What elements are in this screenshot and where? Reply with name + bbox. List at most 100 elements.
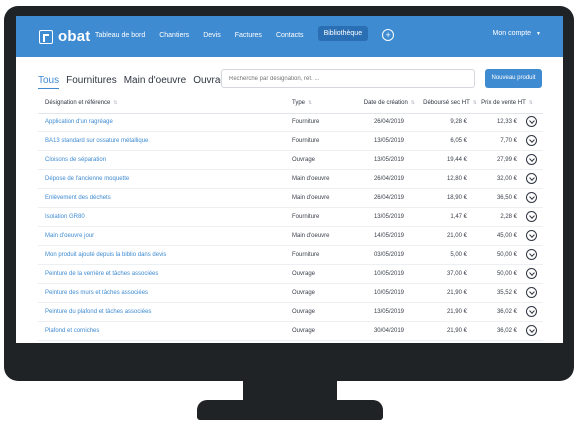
- logo-icon: [39, 29, 53, 44]
- debourse-value: 21,90 €: [446, 309, 467, 315]
- debourse-value: 21,90 €: [446, 328, 467, 334]
- creation-date: 10/05/2019: [373, 290, 404, 296]
- nav-link-tableau-de-bord[interactable]: Tableau de bord: [95, 32, 145, 39]
- product-name-link[interactable]: Enlèvement des déchets: [45, 195, 111, 201]
- table-row[interactable]: Mon produit ajouté depuis la biblio dans…: [38, 246, 543, 265]
- chevron-down-icon[interactable]: [526, 287, 537, 298]
- account-menu[interactable]: Mon compte ▼: [493, 30, 541, 37]
- debourse-value: 37,00 €: [446, 271, 467, 277]
- screen: obat Tableau de bord Chantiers Devis Fac…: [16, 16, 563, 343]
- prix-value: 27,99 €: [496, 157, 517, 163]
- product-name-link[interactable]: Dépose de l'ancienne moquette: [45, 176, 129, 182]
- chevron-down-icon[interactable]: [526, 325, 537, 336]
- table-row[interactable]: Application d'un ragréage Fourniture 26/04…: [38, 113, 543, 132]
- chevron-down-icon[interactable]: [526, 173, 537, 184]
- debourse-value: 5,00 €: [450, 252, 467, 258]
- header-name[interactable]: Désignation et référence ⇅: [45, 100, 118, 106]
- product-type: Ouvrage: [292, 328, 316, 334]
- table-row[interactable]: Peinture de la verrière et tâches associ…: [38, 265, 543, 284]
- table-row[interactable]: BA13 standard sur ossature métallique Fou…: [38, 132, 543, 151]
- prix-value: 35,52 €: [496, 290, 517, 296]
- table-row[interactable]: Enlèvement des déchets Main d'oeuvre 26/04…: [38, 189, 543, 208]
- prix-value: 36,02 €: [496, 328, 517, 334]
- product-name-link[interactable]: Main d'oeuvre jour: [45, 233, 94, 239]
- chevron-down-icon[interactable]: [526, 230, 537, 241]
- nav-link-devis[interactable]: Devis: [203, 32, 221, 39]
- sort-icon: ⇅: [113, 100, 118, 106]
- product-name-link[interactable]: Peinture de la verrière et tâches associ…: [45, 271, 158, 277]
- chevron-down-icon[interactable]: [526, 268, 537, 279]
- table-row[interactable]: Porte en aluminiumFourniture10/05/201959…: [38, 341, 543, 343]
- prix-value: 36,02 €: [496, 309, 517, 315]
- prix-value: 32,00 €: [496, 176, 517, 182]
- add-circle-icon[interactable]: +: [382, 28, 395, 41]
- table-row[interactable]: Dépose de l'ancienne moquette Main d'oeuv…: [38, 170, 543, 189]
- nav-link-chantiers[interactable]: Chantiers: [159, 32, 189, 39]
- nav-link-factures[interactable]: Factures: [235, 32, 262, 39]
- debourse-value: 6,05 €: [450, 138, 467, 144]
- header-type[interactable]: Type ⇅: [292, 100, 312, 106]
- creation-date: 26/04/2019: [373, 176, 404, 182]
- sort-icon: ⇅: [472, 100, 477, 106]
- product-type: Ouvrage: [292, 271, 316, 277]
- creation-date: 14/05/2019: [373, 233, 404, 239]
- header-debourse[interactable]: Déboursé sec HT ⇅: [423, 100, 477, 106]
- nav-link-contacts[interactable]: Contacts: [276, 32, 304, 39]
- product-name-link[interactable]: Peinture du plafond et tâches associées: [45, 309, 151, 315]
- prix-value: 7,70 €: [500, 138, 517, 144]
- chevron-down-icon[interactable]: [526, 135, 537, 146]
- account-label: Mon compte: [492, 30, 532, 37]
- search-input[interactable]: [221, 69, 475, 88]
- debourse-value: 1,47 €: [450, 214, 467, 220]
- product-type: Main d'oeuvre: [292, 195, 330, 201]
- product-type: Fourniture: [292, 214, 320, 220]
- creation-date: 13/05/2019: [373, 309, 404, 315]
- nav-link-bibliotheque[interactable]: Bibliothèque: [317, 26, 369, 41]
- creation-date: 30/04/2019: [373, 328, 404, 334]
- chevron-down-icon[interactable]: [526, 306, 537, 317]
- debourse-value: 19,44 €: [446, 157, 467, 163]
- filter-tabs: Tous Fournitures Main d'oeuvre Ouvrages: [38, 75, 244, 89]
- chevron-down-icon[interactable]: [526, 154, 537, 165]
- tab-tous[interactable]: Tous: [38, 75, 60, 89]
- obat-logo[interactable]: obat: [39, 28, 90, 45]
- product-type: Fourniture: [292, 252, 320, 258]
- table-row[interactable]: Cloisons de séparation Ouvrage 13/05/2019 1…: [38, 151, 543, 170]
- product-name-link[interactable]: Mon produit ajouté depuis la biblio dans…: [45, 252, 166, 258]
- chevron-down-icon[interactable]: [526, 116, 537, 127]
- product-name-link[interactable]: Isolation GR80: [45, 214, 85, 220]
- table-row[interactable]: Peinture des murs et tâches associées Ouv…: [38, 284, 543, 303]
- table-row[interactable]: Peinture du plafond et tâches associées O…: [38, 303, 543, 322]
- sort-icon: ⇅: [528, 100, 533, 106]
- creation-date: 03/05/2019: [373, 252, 404, 258]
- new-product-button[interactable]: Nouveau produit: [485, 69, 542, 88]
- table-body: Application d'un ragréage Fourniture 26/04…: [38, 113, 543, 343]
- prix-value: 36,50 €: [496, 195, 517, 201]
- chevron-down-icon[interactable]: [526, 192, 537, 203]
- debourse-value: 9,28 €: [450, 119, 467, 125]
- header-date[interactable]: Date de création ⇅: [364, 100, 415, 106]
- product-name-link[interactable]: BA13 standard sur ossature métallique: [45, 138, 148, 144]
- product-name-link[interactable]: Peinture des murs et tâches associées: [45, 290, 148, 296]
- tab-main-d-oeuvre[interactable]: Main d'oeuvre: [124, 75, 187, 89]
- chevron-down-icon[interactable]: [526, 211, 537, 222]
- product-name-link[interactable]: Cloisons de séparation: [45, 157, 106, 163]
- product-name-link[interactable]: Plafond et corniches: [45, 328, 99, 334]
- prix-value: 50,00 €: [496, 271, 517, 277]
- product-type: Fourniture: [292, 138, 320, 144]
- sort-icon: ⇅: [410, 100, 415, 106]
- caret-down-icon: ▼: [536, 30, 541, 37]
- debourse-value: 21,90 €: [446, 290, 467, 296]
- table-row[interactable]: Plafond et corniches Ouvrage 30/04/2019 21,…: [38, 322, 543, 341]
- table-row[interactable]: Main d'oeuvre jour Main d'oeuvre 14/05/201…: [38, 227, 543, 246]
- creation-date: 13/05/2019: [373, 214, 404, 220]
- prix-value: 45,00 €: [496, 233, 517, 239]
- header-prix[interactable]: Prix de vente HT ⇅: [481, 100, 533, 106]
- chevron-down-icon[interactable]: [526, 249, 537, 260]
- nav-links: Tableau de bord Chantiers Devis Factures…: [95, 26, 395, 41]
- product-type: Ouvrage: [292, 309, 316, 315]
- tab-fournitures[interactable]: Fournitures: [66, 75, 117, 89]
- table-row[interactable]: Isolation GR80 Fourniture 13/05/2019 1,47 €…: [38, 208, 543, 227]
- product-type: Fourniture: [292, 119, 320, 125]
- product-name-link[interactable]: Application d'un ragréage: [45, 119, 113, 125]
